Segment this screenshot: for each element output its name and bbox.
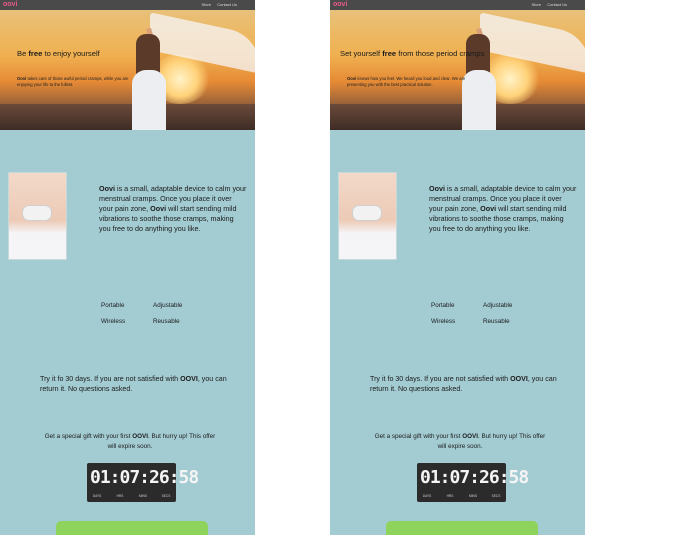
- gift-text: Get a special gift with your first OOVI.…: [44, 433, 216, 450]
- countdown-timer: 01:07:26:58 DAYS HRS MINS SECS: [87, 463, 199, 502]
- feature-adjustable: Adjustable: [153, 302, 183, 309]
- feature-portable: Portable: [431, 302, 455, 309]
- feature-adjustable: Adjustable: [483, 302, 513, 309]
- hero-subtitle: Oovi takes care of those awful period cr…: [17, 76, 129, 87]
- countdown-label-mins: MINS: [139, 494, 147, 498]
- landing-page-variant-a: oovi Store Contact Us ◎ f t Be free to e…: [0, 0, 255, 535]
- nav-link-store[interactable]: Store: [532, 2, 542, 7]
- countdown-label-days: DAYS: [92, 494, 102, 498]
- countdown-timer: 01:07:26:58 DAYS HRS MINS SECS: [417, 463, 529, 502]
- landscape: [330, 104, 585, 130]
- trial-text: Try it fo 30 days. If you are not satisf…: [370, 375, 557, 393]
- device-patch: [352, 205, 382, 221]
- feature-portable: Portable: [101, 302, 125, 309]
- woman-figure: [462, 70, 496, 130]
- feature-wireless: Wireless: [101, 318, 126, 325]
- nav-link-store[interactable]: Store: [202, 2, 212, 7]
- countdown-label-secs: SECS: [491, 494, 501, 498]
- device-patch: [22, 205, 52, 221]
- feature-wireless: Wireless: [431, 318, 456, 325]
- logo[interactable]: oovi: [3, 1, 17, 8]
- landscape: [0, 104, 255, 130]
- feature-reusable: Reusable: [153, 318, 180, 325]
- hero-subtitle: Oovi knows how you feel. We heard you lo…: [347, 76, 466, 87]
- countdown-digits: 01:07:26:58: [420, 467, 529, 488]
- countdown-label-hours: HRS: [116, 494, 124, 498]
- hero-banner: Set yourself free from those period cram…: [330, 10, 585, 130]
- woman-figure: [132, 70, 166, 130]
- cta-button[interactable]: [56, 521, 208, 535]
- nav-bar: oovi Store Contact Us ◎ f t: [0, 0, 255, 17]
- logo[interactable]: oovi: [333, 1, 347, 8]
- feature-reusable: Reusable: [483, 318, 510, 325]
- product-description: Oovi is a small, adaptable device to cal…: [99, 184, 247, 233]
- nav-bar: oovi Store Contact Us ◎ f t: [330, 0, 585, 17]
- countdown-digits: 01:07:26:58: [90, 467, 199, 488]
- product-description: Oovi is a small, adaptable device to cal…: [429, 184, 577, 233]
- landing-page-variant-b: oovi Store Contact Us ◎ f t Set yourself…: [330, 0, 585, 535]
- countdown-label-secs: SECS: [161, 494, 171, 498]
- trial-text: Try it fo 30 days. If you are not satisf…: [40, 375, 227, 393]
- countdown-label-mins: MINS: [469, 494, 477, 498]
- countdown-label-days: DAYS: [422, 494, 432, 498]
- gift-text: Get a special gift with your first OOVI.…: [374, 433, 546, 450]
- hero-title: Be free to enjoy yourself: [17, 49, 100, 58]
- countdown-label-hours: HRS: [446, 494, 454, 498]
- hero-banner: Be free to enjoy yourself Oovi takes car…: [0, 10, 255, 130]
- cta-button[interactable]: [386, 521, 538, 535]
- hero-title: Set yourself free from those period cram…: [340, 49, 485, 58]
